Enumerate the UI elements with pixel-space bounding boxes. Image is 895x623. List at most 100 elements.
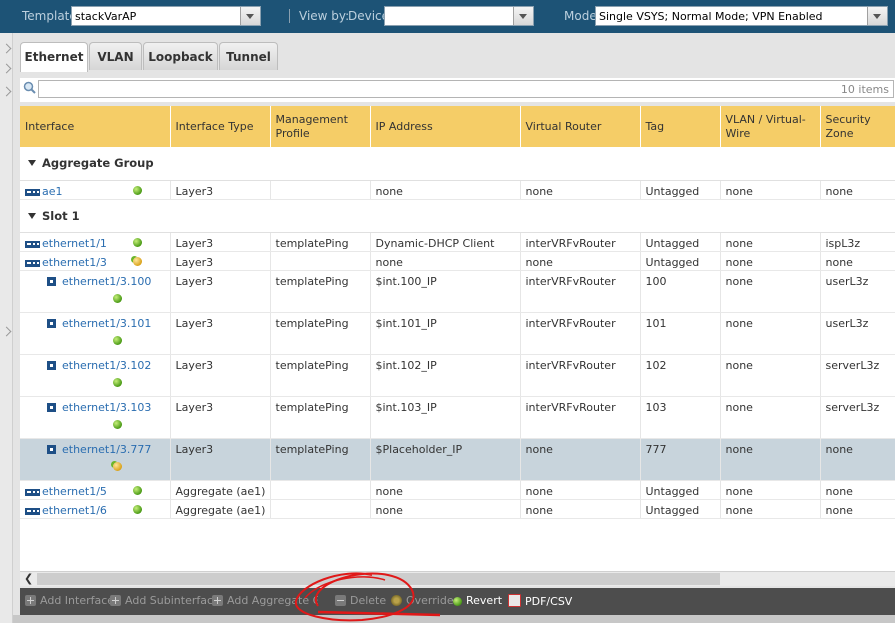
table-row[interactable]: ethernet1/3.102 Layer3 templatePing $int.10… [20,354,895,397]
cell-security-zone: userL3z [820,270,895,313]
cell-interface: ethernet1/3.777 [20,438,171,481]
revert-button[interactable]: Revert [453,594,502,607]
interface-link[interactable]: ae1 [42,185,63,198]
cell-virtual-router: interVRFvRouter [520,312,641,355]
table-row[interactable]: ethernet1/3.777 Layer3 templatePing $Placeh… [20,438,895,481]
cell-interface-type: Layer3 [170,251,271,271]
subinterface-icon [47,360,56,370]
chevron-down-icon[interactable] [867,7,887,25]
cell-interface: ethernet1/3 [20,251,171,271]
chevron-down-icon[interactable] [513,7,533,25]
scroll-left-icon[interactable]: ❮ [24,572,33,585]
scrollbar-thumb[interactable] [37,573,720,585]
delete-label: Delete [350,594,387,607]
chevron-down-icon[interactable] [240,7,260,25]
device-label: Device [348,9,390,23]
add-subinterface-label: Add Subinterface [125,594,220,607]
table-row[interactable]: ethernet1/3.103 Layer3 templatePing $int.10… [20,396,895,439]
tab-ethernet[interactable]: Ethernet [20,42,88,72]
column-header-management-profile[interactable]: Management Profile [270,106,371,147]
column-header-tag[interactable]: Tag [640,106,721,147]
content-panel: Ethernet VLAN Loopback Tunnel 10 items I… [13,33,895,623]
table-row[interactable]: ethernet1/6 Aggregate (ae1) none none Untagg… [20,499,895,519]
tab-tunnel[interactable]: Tunnel [219,42,278,70]
group-header[interactable]: Slot 1 [20,199,895,233]
ethernet-port-icon [25,188,42,196]
table-row[interactable]: ethernet1/3.100 Layer3 templatePing $int.10… [20,270,895,313]
table-row[interactable]: ethernet1/5 Aggregate (ae1) none none Untagg… [20,480,895,500]
interface-link[interactable]: ethernet1/3.102 [62,359,151,372]
group-row[interactable]: Aggregate Group [20,147,895,181]
minus-icon [335,595,346,606]
template-label: Template [22,9,77,23]
interface-link[interactable]: ethernet1/3.777 [62,443,151,456]
subinterface-icon [47,276,56,286]
interface-link[interactable]: ethernet1/3.103 [62,401,151,414]
cell-interface-type: Aggregate (ae1) [170,480,271,500]
table-row[interactable]: ethernet1/1 Layer3 templatePing Dynamic-DHC… [20,232,895,252]
chevron-right-icon[interactable] [1,63,12,74]
interface-link[interactable]: ethernet1/5 [42,485,107,498]
cell-tag: 101 [640,312,721,355]
horizontal-scrollbar[interactable]: ❮ [20,571,895,586]
cell-vlan-virtual-wire: none [720,480,821,500]
table-row[interactable]: ethernet1/3 Layer3 none none Untagged none non… [20,251,895,271]
cell-virtual-router: interVRFvRouter [520,232,641,252]
interface-link[interactable]: ethernet1/1 [42,237,107,250]
cell-ip-address: $int.103_IP [370,396,521,439]
template-select[interactable]: stackVarAP [71,6,261,26]
cell-virtual-router: interVRFvRouter [520,396,641,439]
column-header-security-zone[interactable]: Security Zone [820,106,895,147]
column-header-ip-address[interactable]: IP Address [370,106,521,147]
collapse-triangle-icon[interactable] [28,160,36,166]
collapse-triangle-icon[interactable] [28,212,36,219]
table-row[interactable]: ae1 Layer3 none none Untagged none none [20,180,895,200]
chevron-right-icon[interactable] [1,43,12,54]
cell-vlan-virtual-wire: none [720,499,821,519]
override-button[interactable]: Override [391,594,454,607]
search-input[interactable]: 10 items [38,80,894,98]
link-state-up-icon [113,335,122,345]
column-header-vlan-virtual-wire[interactable]: VLAN / Virtual-Wire [720,106,821,147]
cell-virtual-router: none [520,438,641,481]
add-interface-button[interactable]: Add Interface [25,594,114,607]
device-select[interactable] [384,6,534,26]
cell-tag: 102 [640,354,721,397]
column-header-virtual-router[interactable]: Virtual Router [520,106,641,147]
nav-collapsed-strip[interactable] [0,33,13,623]
interface-link[interactable]: ethernet1/3 [42,256,107,269]
interface-cell-content: ae1 [25,185,169,198]
chevron-right-icon[interactable] [1,86,12,97]
link-state-up-icon [113,377,122,387]
group-row[interactable]: Slot 1 [20,199,895,233]
template-select-value: stackVarAP [75,10,137,23]
column-header-interface[interactable]: Interface [20,106,171,147]
delete-button[interactable]: Delete [335,594,386,607]
filter-bar: 10 items [20,78,895,102]
interface-link[interactable]: ethernet1/6 [42,504,107,517]
add-subinterface-button[interactable]: Add Subinterface [110,594,220,607]
chevron-right-icon[interactable] [1,326,12,337]
tab-loopback[interactable]: Loopback [143,42,218,70]
cell-management-profile [270,499,371,519]
revert-label: Revert [466,594,503,607]
interface-cell-content: ethernet1/6 [25,504,169,517]
group-name: Slot 1 [42,208,80,223]
mode-select[interactable]: Single VSYS; Normal Mode; VPN Enabled [595,6,888,26]
search-icon[interactable] [23,81,36,94]
link-state-up-icon [132,485,142,495]
add-aggregate-group-button[interactable]: Add Aggregate Group [212,594,318,607]
table-row[interactable]: ethernet1/3.101 Layer3 templatePing $int.10… [20,312,895,355]
link-state-multi-icon [113,461,122,471]
interface-link[interactable]: ethernet1/3.101 [62,317,151,330]
mode-label: Mode [564,9,597,23]
group-header[interactable]: Aggregate Group [20,147,895,181]
cell-tag: 103 [640,396,721,439]
cell-management-profile: templatePing [270,354,371,397]
cell-ip-address: $int.101_IP [370,312,521,355]
column-header-interface-type[interactable]: Interface Type [170,106,271,147]
pdf-csv-button[interactable]: PDF/CSV [508,594,572,608]
add-interface-label: Add Interface [40,594,115,607]
interface-link[interactable]: ethernet1/3.100 [62,275,151,288]
tab-vlan[interactable]: VLAN [89,42,142,70]
